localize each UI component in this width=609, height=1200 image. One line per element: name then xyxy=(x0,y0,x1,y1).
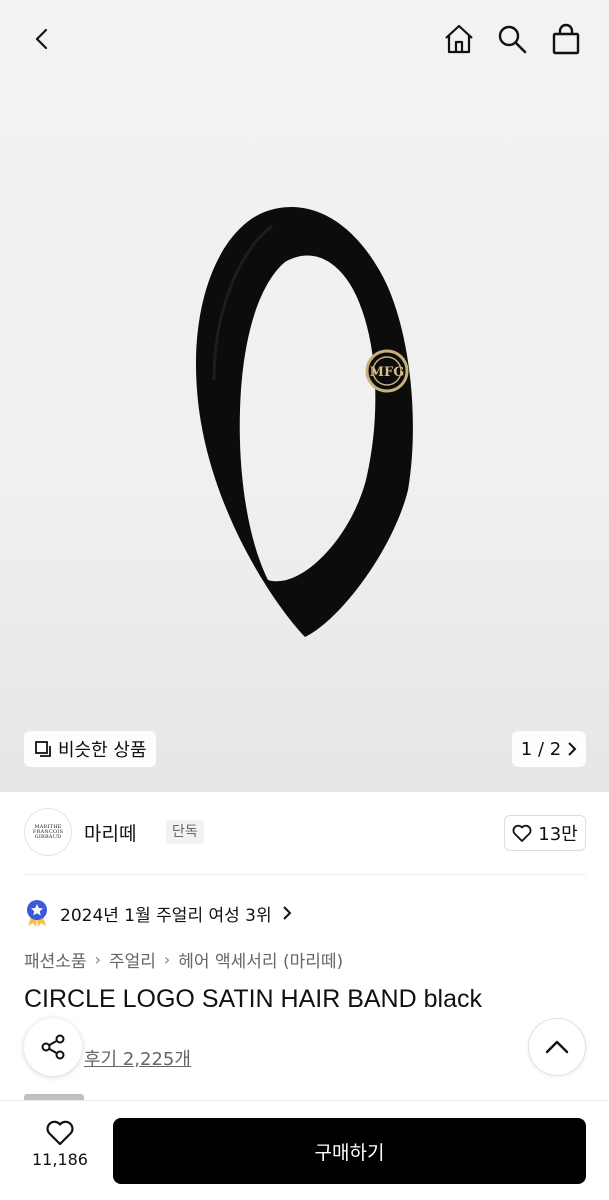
breadcrumb-item[interactable]: 주얼리 xyxy=(109,947,156,972)
search-button[interactable] xyxy=(490,17,534,61)
share-button[interactable] xyxy=(24,1018,82,1076)
back-button[interactable] xyxy=(20,17,64,61)
brand-like-button[interactable]: 13만 xyxy=(504,815,586,851)
wishlist-button[interactable]: 11,186 xyxy=(30,1119,90,1169)
brand-like-count: 13만 xyxy=(538,824,578,845)
chevron-right-icon: › xyxy=(163,949,171,969)
wishlist-count: 11,186 xyxy=(32,1150,88,1169)
shopping-bag-icon xyxy=(552,23,580,55)
top-navigation-bar xyxy=(0,0,609,80)
chevron-up-icon xyxy=(545,1040,569,1054)
ranking-link[interactable]: 2024년 1월 주얼리 여성 3위 xyxy=(24,898,292,928)
svg-text:MFG: MFG xyxy=(370,365,405,380)
brand-logo-text: MARITHE FRANCOIS GIRBAUD xyxy=(32,823,64,840)
cart-button[interactable] xyxy=(544,17,588,61)
brand-row: MARITHE FRANCOIS GIRBAUD 마리떼 단독 13만 xyxy=(24,808,586,858)
breadcrumb: 패션소품 › 주얼리 › 헤어 액세서리 (마리떼) xyxy=(24,946,343,972)
similar-products-button[interactable]: 비슷한 상품 xyxy=(24,731,156,767)
similar-products-label: 비슷한 상품 xyxy=(58,740,147,761)
divider xyxy=(24,874,586,875)
copy-icon xyxy=(35,741,51,757)
brand-name[interactable]: 마리떼 xyxy=(84,819,136,846)
reviews-link[interactable]: 후기 2,225개 xyxy=(84,1045,191,1071)
image-pager-button[interactable]: 1 / 2 xyxy=(512,731,586,767)
bottom-action-bar: 11,186 구매하기 xyxy=(0,1100,609,1200)
home-icon xyxy=(445,24,473,54)
buy-button[interactable]: 구매하기 xyxy=(113,1118,586,1184)
brand-logo[interactable]: MARITHE FRANCOIS GIRBAUD xyxy=(24,808,72,856)
chevron-right-icon: › xyxy=(94,949,101,969)
product-image-area: MFG 비슷한 상품 1 / 2 xyxy=(0,0,609,792)
heart-icon xyxy=(46,1120,74,1146)
heart-icon xyxy=(512,824,532,842)
chevron-right-icon xyxy=(568,742,577,756)
home-button[interactable] xyxy=(437,17,481,61)
product-photo-headband: MFG xyxy=(195,206,413,638)
breadcrumb-item[interactable]: 헤어 액세서리 (마리떼) xyxy=(178,947,343,972)
exclusive-badge: 단독 xyxy=(166,820,204,844)
scroll-to-top-button[interactable] xyxy=(528,1018,586,1076)
ranking-badge-icon xyxy=(27,900,47,927)
ranking-text: 2024년 1월 주얼리 여성 3위 xyxy=(60,905,272,926)
chevron-right-icon xyxy=(282,906,292,920)
search-icon xyxy=(498,25,527,54)
share-icon xyxy=(41,1034,65,1060)
back-icon xyxy=(35,28,48,50)
breadcrumb-item[interactable]: 패션소품 xyxy=(24,947,87,972)
product-title: CIRCLE LOGO SATIN HAIR BAND black xyxy=(24,985,482,1013)
image-pager-label: 1 / 2 xyxy=(520,738,562,760)
